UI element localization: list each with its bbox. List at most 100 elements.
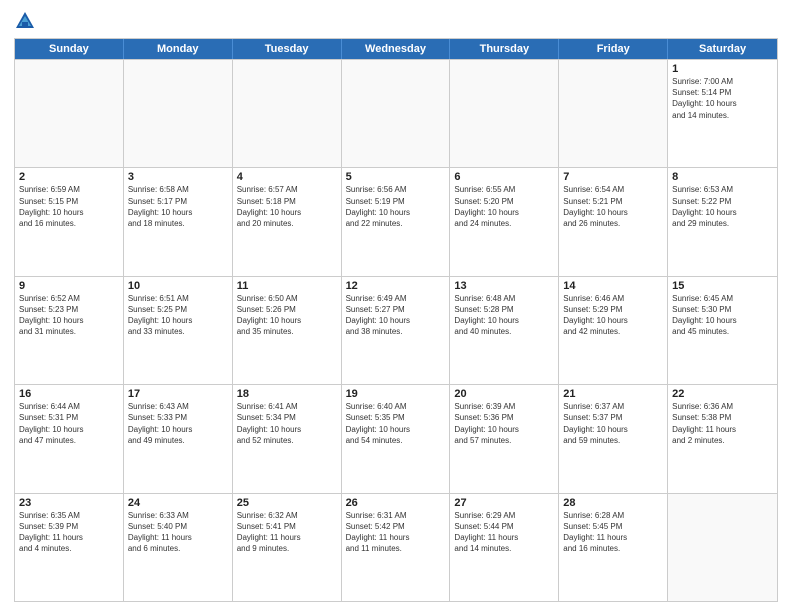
weekday-header-tuesday: Tuesday [233, 39, 342, 59]
calendar-row-1: 2Sunrise: 6:59 AM Sunset: 5:15 PM Daylig… [15, 167, 777, 275]
calendar-header: SundayMondayTuesdayWednesdayThursdayFrid… [15, 39, 777, 59]
day-number: 20 [454, 388, 554, 400]
calendar-cell [124, 60, 233, 167]
calendar-cell: 5Sunrise: 6:56 AM Sunset: 5:19 PM Daylig… [342, 168, 451, 275]
calendar-cell: 13Sunrise: 6:48 AM Sunset: 5:28 PM Dayli… [450, 277, 559, 384]
day-info: Sunrise: 6:41 AM Sunset: 5:34 PM Dayligh… [237, 401, 337, 446]
day-info: Sunrise: 6:37 AM Sunset: 5:37 PM Dayligh… [563, 401, 663, 446]
day-info: Sunrise: 6:50 AM Sunset: 5:26 PM Dayligh… [237, 293, 337, 338]
calendar-cell: 2Sunrise: 6:59 AM Sunset: 5:15 PM Daylig… [15, 168, 124, 275]
day-number: 17 [128, 388, 228, 400]
day-number: 23 [19, 497, 119, 509]
day-number: 26 [346, 497, 446, 509]
day-info: Sunrise: 6:58 AM Sunset: 5:17 PM Dayligh… [128, 184, 228, 229]
day-number: 4 [237, 171, 337, 183]
calendar-row-0: 1Sunrise: 7:00 AM Sunset: 5:14 PM Daylig… [15, 59, 777, 167]
calendar-cell: 20Sunrise: 6:39 AM Sunset: 5:36 PM Dayli… [450, 385, 559, 492]
calendar-cell: 19Sunrise: 6:40 AM Sunset: 5:35 PM Dayli… [342, 385, 451, 492]
weekday-header-monday: Monday [124, 39, 233, 59]
day-number: 2 [19, 171, 119, 183]
day-info: Sunrise: 6:51 AM Sunset: 5:25 PM Dayligh… [128, 293, 228, 338]
day-info: Sunrise: 6:40 AM Sunset: 5:35 PM Dayligh… [346, 401, 446, 446]
day-number: 28 [563, 497, 663, 509]
day-info: Sunrise: 6:49 AM Sunset: 5:27 PM Dayligh… [346, 293, 446, 338]
day-number: 6 [454, 171, 554, 183]
day-info: Sunrise: 6:45 AM Sunset: 5:30 PM Dayligh… [672, 293, 773, 338]
calendar-cell: 11Sunrise: 6:50 AM Sunset: 5:26 PM Dayli… [233, 277, 342, 384]
day-number: 13 [454, 280, 554, 292]
day-number: 10 [128, 280, 228, 292]
day-number: 25 [237, 497, 337, 509]
calendar-cell: 8Sunrise: 6:53 AM Sunset: 5:22 PM Daylig… [668, 168, 777, 275]
weekday-header-thursday: Thursday [450, 39, 559, 59]
day-info: Sunrise: 6:44 AM Sunset: 5:31 PM Dayligh… [19, 401, 119, 446]
day-info: Sunrise: 6:54 AM Sunset: 5:21 PM Dayligh… [563, 184, 663, 229]
day-info: Sunrise: 6:55 AM Sunset: 5:20 PM Dayligh… [454, 184, 554, 229]
day-number: 11 [237, 280, 337, 292]
day-info: Sunrise: 6:53 AM Sunset: 5:22 PM Dayligh… [672, 184, 773, 229]
calendar-row-2: 9Sunrise: 6:52 AM Sunset: 5:23 PM Daylig… [15, 276, 777, 384]
day-number: 12 [346, 280, 446, 292]
calendar-cell: 23Sunrise: 6:35 AM Sunset: 5:39 PM Dayli… [15, 494, 124, 601]
day-info: Sunrise: 6:52 AM Sunset: 5:23 PM Dayligh… [19, 293, 119, 338]
calendar-cell: 12Sunrise: 6:49 AM Sunset: 5:27 PM Dayli… [342, 277, 451, 384]
calendar-cell: 26Sunrise: 6:31 AM Sunset: 5:42 PM Dayli… [342, 494, 451, 601]
day-number: 27 [454, 497, 554, 509]
day-info: Sunrise: 6:33 AM Sunset: 5:40 PM Dayligh… [128, 510, 228, 555]
day-info: Sunrise: 6:43 AM Sunset: 5:33 PM Dayligh… [128, 401, 228, 446]
day-info: Sunrise: 6:35 AM Sunset: 5:39 PM Dayligh… [19, 510, 119, 555]
day-number: 9 [19, 280, 119, 292]
calendar-cell [15, 60, 124, 167]
day-info: Sunrise: 6:56 AM Sunset: 5:19 PM Dayligh… [346, 184, 446, 229]
day-number: 7 [563, 171, 663, 183]
calendar-cell: 27Sunrise: 6:29 AM Sunset: 5:44 PM Dayli… [450, 494, 559, 601]
calendar-cell [233, 60, 342, 167]
day-number: 16 [19, 388, 119, 400]
calendar-cell: 9Sunrise: 6:52 AM Sunset: 5:23 PM Daylig… [15, 277, 124, 384]
day-info: Sunrise: 6:32 AM Sunset: 5:41 PM Dayligh… [237, 510, 337, 555]
day-info: Sunrise: 6:46 AM Sunset: 5:29 PM Dayligh… [563, 293, 663, 338]
calendar-cell: 28Sunrise: 6:28 AM Sunset: 5:45 PM Dayli… [559, 494, 668, 601]
day-info: Sunrise: 6:59 AM Sunset: 5:15 PM Dayligh… [19, 184, 119, 229]
day-info: Sunrise: 6:57 AM Sunset: 5:18 PM Dayligh… [237, 184, 337, 229]
day-number: 21 [563, 388, 663, 400]
calendar-row-3: 16Sunrise: 6:44 AM Sunset: 5:31 PM Dayli… [15, 384, 777, 492]
logo [14, 10, 40, 32]
day-info: Sunrise: 7:00 AM Sunset: 5:14 PM Dayligh… [672, 76, 773, 121]
calendar-cell: 1Sunrise: 7:00 AM Sunset: 5:14 PM Daylig… [668, 60, 777, 167]
day-info: Sunrise: 6:28 AM Sunset: 5:45 PM Dayligh… [563, 510, 663, 555]
page: SundayMondayTuesdayWednesdayThursdayFrid… [0, 0, 792, 612]
calendar-body: 1Sunrise: 7:00 AM Sunset: 5:14 PM Daylig… [15, 59, 777, 601]
calendar-cell [668, 494, 777, 601]
weekday-header-friday: Friday [559, 39, 668, 59]
day-info: Sunrise: 6:31 AM Sunset: 5:42 PM Dayligh… [346, 510, 446, 555]
day-number: 14 [563, 280, 663, 292]
day-number: 22 [672, 388, 773, 400]
day-info: Sunrise: 6:48 AM Sunset: 5:28 PM Dayligh… [454, 293, 554, 338]
calendar-cell: 24Sunrise: 6:33 AM Sunset: 5:40 PM Dayli… [124, 494, 233, 601]
calendar-row-4: 23Sunrise: 6:35 AM Sunset: 5:39 PM Dayli… [15, 493, 777, 601]
calendar-cell [450, 60, 559, 167]
calendar-cell: 6Sunrise: 6:55 AM Sunset: 5:20 PM Daylig… [450, 168, 559, 275]
day-number: 19 [346, 388, 446, 400]
calendar-cell: 18Sunrise: 6:41 AM Sunset: 5:34 PM Dayli… [233, 385, 342, 492]
day-number: 8 [672, 171, 773, 183]
day-number: 1 [672, 63, 773, 75]
calendar-cell: 16Sunrise: 6:44 AM Sunset: 5:31 PM Dayli… [15, 385, 124, 492]
calendar-cell: 25Sunrise: 6:32 AM Sunset: 5:41 PM Dayli… [233, 494, 342, 601]
day-number: 18 [237, 388, 337, 400]
day-number: 24 [128, 497, 228, 509]
weekday-header-saturday: Saturday [668, 39, 777, 59]
calendar-cell: 3Sunrise: 6:58 AM Sunset: 5:17 PM Daylig… [124, 168, 233, 275]
calendar-cell: 21Sunrise: 6:37 AM Sunset: 5:37 PM Dayli… [559, 385, 668, 492]
day-number: 15 [672, 280, 773, 292]
day-info: Sunrise: 6:36 AM Sunset: 5:38 PM Dayligh… [672, 401, 773, 446]
calendar-cell: 22Sunrise: 6:36 AM Sunset: 5:38 PM Dayli… [668, 385, 777, 492]
day-info: Sunrise: 6:39 AM Sunset: 5:36 PM Dayligh… [454, 401, 554, 446]
calendar-cell [342, 60, 451, 167]
logo-icon [14, 10, 36, 32]
calendar-cell [559, 60, 668, 167]
day-number: 5 [346, 171, 446, 183]
calendar-cell: 15Sunrise: 6:45 AM Sunset: 5:30 PM Dayli… [668, 277, 777, 384]
calendar: SundayMondayTuesdayWednesdayThursdayFrid… [14, 38, 778, 602]
